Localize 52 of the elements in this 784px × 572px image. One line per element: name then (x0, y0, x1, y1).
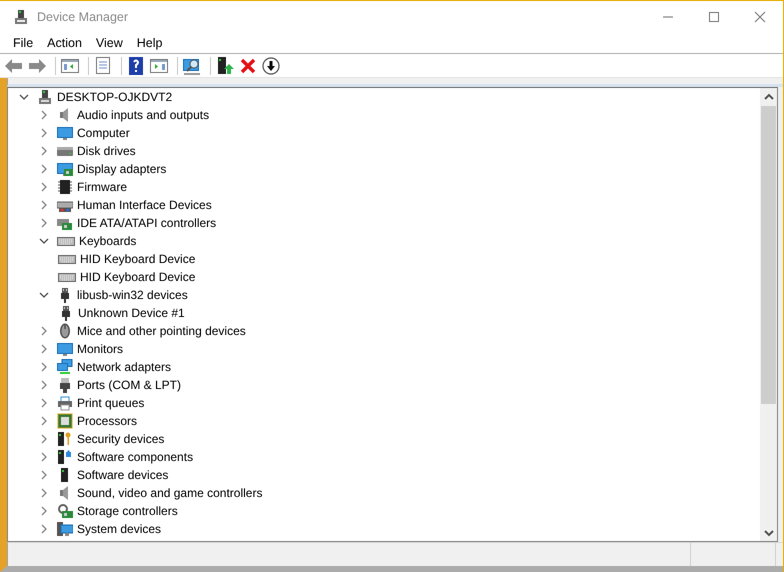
tree-item[interactable]: Ports (COM & LPT) (77, 378, 182, 392)
chip-icon (57, 179, 73, 195)
network-icon (57, 359, 73, 375)
processor-icon (57, 413, 73, 429)
tree-item[interactable]: System devices (77, 522, 162, 536)
menu-item[interactable]: File (6, 34, 40, 52)
properties-icon[interactable] (93, 56, 113, 76)
printer-icon (57, 395, 73, 411)
device-manager-icon (13, 8, 29, 24)
display-adapter-icon (57, 161, 73, 177)
tree-item[interactable]: Security devices (77, 432, 164, 446)
tower-puzzle-icon (57, 449, 73, 465)
tree-item[interactable]: Audio inputs and outputs (77, 108, 210, 122)
tree-item[interactable]: Display adapters (77, 162, 166, 176)
tree-item[interactable]: Monitors (77, 342, 124, 356)
tower-arrow-up-icon[interactable] (215, 56, 235, 76)
tree-item[interactable]: HID Keyboard Device (80, 252, 196, 266)
tree-item[interactable]: Mice and other pointing devices (77, 324, 246, 338)
tree-item[interactable]: Sound, video and game controllers (77, 486, 262, 500)
scrollbar-thumb[interactable] (761, 106, 776, 404)
tree-item[interactable]: libusb-win32 devices (77, 288, 188, 302)
tree-item[interactable]: Processors (77, 414, 138, 428)
maximize-icon[interactable] (708, 10, 720, 22)
down-arrow-circle-icon[interactable] (261, 56, 281, 76)
menu-item[interactable]: Help (130, 34, 170, 52)
tree-item[interactable]: Network adapters (77, 360, 172, 374)
tree-item[interactable]: Storage controllers (77, 504, 178, 518)
tree-item[interactable]: Unknown Device #1 (78, 306, 185, 320)
tree-item[interactable]: Disk drives (77, 144, 136, 158)
tree-item[interactable]: Keyboards (79, 234, 136, 248)
tree-item[interactable]: HID Keyboard Device (80, 270, 196, 284)
tree-item[interactable]: DESKTOP-OJKDVT2 (57, 90, 172, 104)
tree-item[interactable]: Software components (77, 450, 194, 464)
tree-item[interactable]: Human Interface Devices (77, 198, 212, 212)
tree-item[interactable]: Software devices (77, 468, 168, 482)
tower-key-icon (57, 431, 73, 447)
system-icon (57, 521, 73, 537)
tree-item[interactable]: IDE ATA/ATAPI controllers (77, 216, 216, 230)
menu-item[interactable]: View (88, 34, 130, 52)
monitor-icon (57, 341, 73, 357)
mouse-icon (57, 323, 73, 339)
port-connector-icon (57, 377, 73, 393)
window-title: Device Manager (37, 10, 130, 24)
tree-item[interactable]: Computer (77, 126, 130, 140)
minimize-icon[interactable] (662, 16, 674, 18)
monitor-icon (57, 125, 73, 141)
menu-item[interactable]: Action (40, 34, 89, 52)
tree-item[interactable]: Print queues (77, 396, 144, 410)
storage-controller-icon (57, 503, 73, 519)
close-icon[interactable] (754, 10, 766, 22)
tree-item[interactable]: Firmware (77, 180, 127, 194)
help-icon[interactable] (126, 56, 146, 76)
